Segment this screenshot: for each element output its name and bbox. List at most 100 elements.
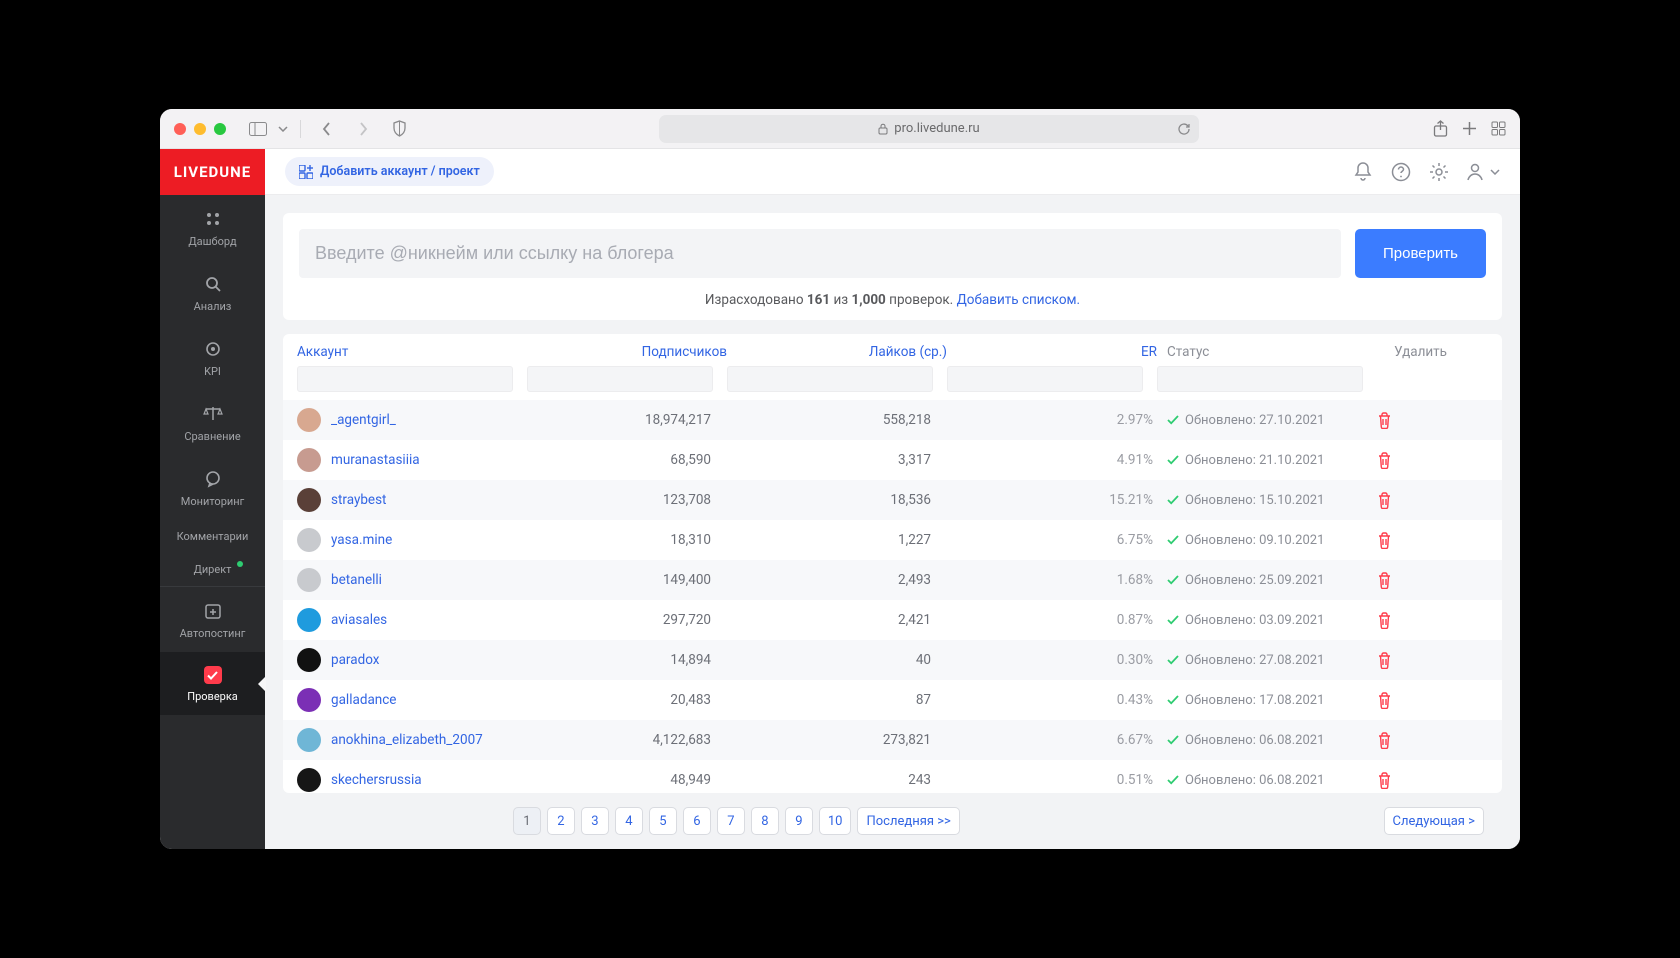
nav-label: Директ bbox=[194, 563, 232, 576]
delete-button[interactable] bbox=[1377, 612, 1447, 629]
nav-compare[interactable]: Сравнение bbox=[160, 390, 265, 455]
filter-followers[interactable] bbox=[527, 366, 713, 392]
table-row: muranastasiiia 68,590 3,317 4.91% Обновл… bbox=[283, 440, 1502, 480]
delete-button[interactable] bbox=[1377, 692, 1447, 709]
likes-cell: 558,218 bbox=[727, 412, 947, 428]
topbar: Добавить аккаунт / проект bbox=[265, 149, 1520, 195]
refresh-icon[interactable] bbox=[1177, 122, 1191, 136]
username-link[interactable]: betanelli bbox=[331, 572, 382, 588]
nav-label: Автопостинг bbox=[180, 627, 246, 640]
nav-label: Анализ bbox=[194, 300, 232, 313]
page-2[interactable]: 2 bbox=[547, 807, 575, 835]
help-button[interactable] bbox=[1388, 159, 1414, 185]
username-link[interactable]: aviasales bbox=[331, 612, 387, 628]
username-link[interactable]: _agentgirl_ bbox=[331, 412, 396, 428]
nav-analysis[interactable]: Анализ bbox=[160, 260, 265, 325]
th-er[interactable]: ER bbox=[947, 344, 1157, 360]
nav-monitoring[interactable]: Мониторинг bbox=[160, 455, 265, 520]
likes-cell: 87 bbox=[727, 692, 947, 708]
delete-button[interactable] bbox=[1377, 772, 1447, 789]
er-cell: 0.51% bbox=[947, 772, 1157, 788]
delete-button[interactable] bbox=[1377, 452, 1447, 469]
shield-icon[interactable] bbox=[385, 117, 413, 141]
status-cell: Обновлено: 27.08.2021 bbox=[1157, 653, 1377, 668]
nav-label: KPI bbox=[204, 365, 221, 378]
page-8[interactable]: 8 bbox=[751, 807, 779, 835]
add-list-link[interactable]: Добавить списком. bbox=[957, 292, 1081, 308]
followers-cell: 297,720 bbox=[527, 612, 727, 628]
page-9[interactable]: 9 bbox=[785, 807, 813, 835]
delete-button[interactable] bbox=[1377, 572, 1447, 589]
blogger-search-input[interactable] bbox=[299, 229, 1341, 278]
username-link[interactable]: yasa.mine bbox=[331, 532, 392, 548]
nav-label: Сравнение bbox=[184, 430, 240, 443]
filter-likes[interactable] bbox=[727, 366, 933, 392]
username-link[interactable]: skechersrussia bbox=[331, 772, 422, 788]
page-3[interactable]: 3 bbox=[581, 807, 609, 835]
followers-cell: 123,708 bbox=[527, 492, 727, 508]
filter-account[interactable] bbox=[297, 366, 513, 392]
user-menu[interactable] bbox=[1464, 161, 1500, 183]
avatar bbox=[297, 648, 321, 672]
check-button[interactable]: Проверить bbox=[1355, 229, 1486, 278]
followers-cell: 48,949 bbox=[527, 772, 727, 788]
pagination: 12345678910Последняя >> bbox=[513, 807, 960, 835]
minimize-window-button[interactable] bbox=[194, 123, 206, 135]
page-7[interactable]: 7 bbox=[717, 807, 745, 835]
nav-dashboard[interactable]: Дашборд bbox=[160, 195, 265, 260]
add-account-button[interactable]: Добавить аккаунт / проект bbox=[285, 157, 494, 186]
target-icon bbox=[203, 339, 223, 359]
settings-button[interactable] bbox=[1426, 159, 1452, 185]
notifications-button[interactable] bbox=[1350, 159, 1376, 185]
browser-chrome: pro.livedune.ru bbox=[160, 109, 1520, 149]
likes-cell: 243 bbox=[727, 772, 947, 788]
page-1[interactable]: 1 bbox=[513, 807, 541, 835]
nav-back-button[interactable] bbox=[313, 117, 341, 141]
username-link[interactable]: galladance bbox=[331, 692, 396, 708]
page-4[interactable]: 4 bbox=[615, 807, 643, 835]
sidebar-toggle-button[interactable] bbox=[244, 117, 272, 141]
nav-forward-button[interactable] bbox=[349, 117, 377, 141]
page-6[interactable]: 6 bbox=[683, 807, 711, 835]
check-icon bbox=[1167, 695, 1179, 705]
username-link[interactable]: straybest bbox=[331, 492, 386, 508]
th-account[interactable]: Аккаунт bbox=[297, 344, 527, 360]
filter-er[interactable] bbox=[947, 366, 1143, 392]
th-likes[interactable]: Лайков (ср.) bbox=[727, 344, 947, 360]
delete-button[interactable] bbox=[1377, 492, 1447, 509]
likes-cell: 2,421 bbox=[727, 612, 947, 628]
page-next[interactable]: Следующая > bbox=[1384, 807, 1484, 835]
er-cell: 4.91% bbox=[947, 452, 1157, 468]
delete-button[interactable] bbox=[1377, 532, 1447, 549]
delete-button[interactable] bbox=[1377, 412, 1447, 429]
maximize-window-button[interactable] bbox=[214, 123, 226, 135]
th-followers[interactable]: Подписчиков bbox=[527, 344, 727, 360]
page-5[interactable]: 5 bbox=[649, 807, 677, 835]
username-link[interactable]: muranastasiiia bbox=[331, 452, 420, 468]
nav-comments[interactable]: Комментарии bbox=[160, 520, 265, 553]
page-10[interactable]: 10 bbox=[819, 807, 852, 835]
nav-kpi[interactable]: KPI bbox=[160, 325, 265, 390]
url-bar[interactable]: pro.livedune.ru bbox=[659, 115, 1199, 143]
check-badge-icon bbox=[204, 666, 222, 684]
page-last[interactable]: Последняя >> bbox=[857, 807, 959, 835]
nav-check[interactable]: Проверка bbox=[160, 652, 265, 715]
close-window-button[interactable] bbox=[174, 123, 186, 135]
filter-row bbox=[283, 366, 1502, 400]
new-tab-button[interactable] bbox=[1462, 121, 1477, 136]
table-row: paradox 14,894 40 0.30% Обновлено: 27.08… bbox=[283, 640, 1502, 680]
filter-status[interactable] bbox=[1157, 366, 1363, 392]
traffic-lights bbox=[174, 123, 226, 135]
delete-button[interactable] bbox=[1377, 652, 1447, 669]
check-icon bbox=[1167, 775, 1179, 785]
delete-button[interactable] bbox=[1377, 732, 1447, 749]
username-link[interactable]: paradox bbox=[331, 652, 379, 668]
er-cell: 15.21% bbox=[947, 492, 1157, 508]
nav-direct[interactable]: Директ bbox=[160, 553, 265, 586]
followers-cell: 68,590 bbox=[527, 452, 727, 468]
nav-autoposting[interactable]: Автопостинг bbox=[160, 587, 265, 652]
share-icon[interactable] bbox=[1433, 120, 1448, 137]
chevron-down-icon[interactable] bbox=[278, 126, 288, 132]
username-link[interactable]: anokhina_elizabeth_2007 bbox=[331, 732, 483, 748]
tabs-overview-button[interactable] bbox=[1491, 121, 1506, 136]
